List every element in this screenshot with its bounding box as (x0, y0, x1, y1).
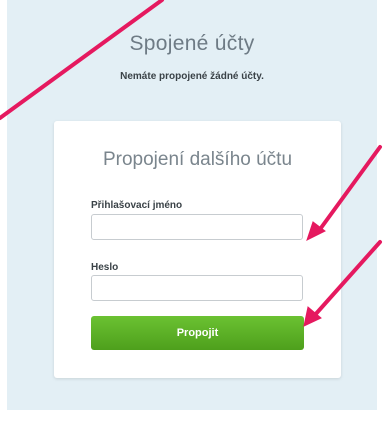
link-account-card: Propojení dalšího účtu Přihlašovací jmén… (54, 121, 341, 378)
card-title: Propojení dalšího účtu (102, 149, 293, 170)
page-title: Spojené účty (129, 32, 255, 55)
password-label: Heslo (91, 262, 119, 273)
username-label: Přihlašovací jméno (91, 200, 183, 211)
no-accounts-message: Nemáte propojené žádné účty. (120, 71, 264, 82)
password-input[interactable] (91, 275, 303, 301)
username-input[interactable] (91, 214, 303, 240)
link-account-button[interactable]: Propojit (91, 316, 304, 350)
